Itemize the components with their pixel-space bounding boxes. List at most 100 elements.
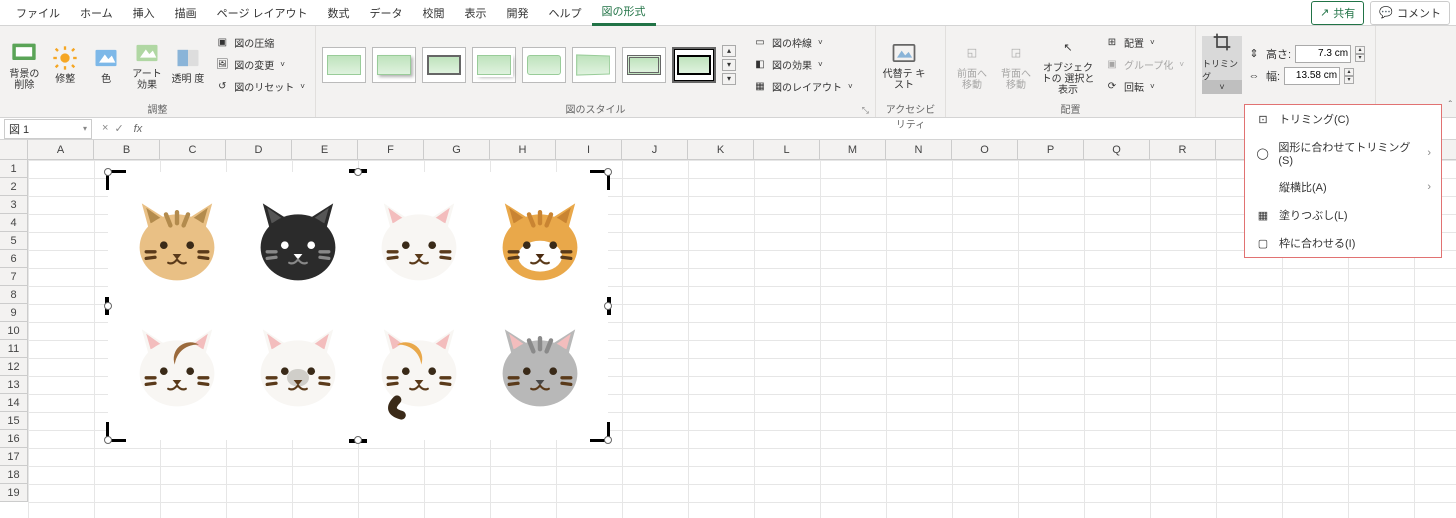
tab-挿入[interactable]: 挿入 <box>123 1 165 25</box>
name-box[interactable]: 図 1▾ <box>4 119 92 139</box>
width-input[interactable] <box>1284 67 1340 85</box>
tab-描画[interactable]: 描画 <box>165 1 207 25</box>
gallery-up[interactable]: ▴ <box>722 45 736 57</box>
change-picture-button[interactable]: 🖼図の変更˅ <box>210 55 309 75</box>
enter-button[interactable]: ✓ <box>114 122 123 135</box>
crop-menu-item[interactable]: ◯図形に合わせてトリミング(S)› <box>1245 133 1441 173</box>
collapse-ribbon-button[interactable]: ˆ <box>1449 100 1452 111</box>
style-thumb[interactable] <box>572 47 616 83</box>
gallery-more[interactable]: ▾ <box>722 73 736 85</box>
column-header[interactable]: L <box>754 140 820 159</box>
row-header[interactable]: 9 <box>0 304 27 322</box>
row-header[interactable]: 14 <box>0 394 27 412</box>
tab-データ[interactable]: データ <box>360 1 413 25</box>
transparency-button[interactable]: 透明 度 <box>169 33 206 97</box>
reset-picture-button[interactable]: ↺図のリセット˅ <box>210 77 309 97</box>
column-header[interactable]: D <box>226 140 292 159</box>
row-header[interactable]: 8 <box>0 286 27 304</box>
tab-表示[interactable]: 表示 <box>455 1 497 25</box>
column-header[interactable]: E <box>292 140 358 159</box>
style-thumb[interactable] <box>322 47 366 83</box>
height-input[interactable] <box>1295 45 1351 63</box>
crop-menu-item[interactable]: ⊡トリミング(C) <box>1245 105 1441 133</box>
row-header[interactable]: 11 <box>0 340 27 358</box>
bring-forward-button[interactable]: ◱ 前面へ 移動 <box>952 33 992 97</box>
group-button[interactable]: ▣グループ化˅ <box>1100 55 1188 75</box>
rotate-button[interactable]: ⟳回転˅ <box>1100 77 1188 97</box>
styles-launcher[interactable]: ⤡ <box>862 105 869 116</box>
tab-数式[interactable]: 数式 <box>318 1 360 25</box>
column-header[interactable]: M <box>820 140 886 159</box>
remove-background-button[interactable]: 背景の 削除 <box>6 33 43 97</box>
height-spinner[interactable]: ▴▾ <box>1355 46 1365 62</box>
row-header[interactable]: 1 <box>0 160 27 178</box>
cells-area[interactable] <box>28 160 1456 518</box>
column-header[interactable]: Q <box>1084 140 1150 159</box>
crop-menu-item[interactable]: ▦塗りつぶし(L) <box>1245 201 1441 229</box>
tab-ファイル[interactable]: ファイル <box>6 1 70 25</box>
column-header[interactable]: P <box>1018 140 1084 159</box>
row-header[interactable]: 4 <box>0 214 27 232</box>
align-button[interactable]: ⊞配置˅ <box>1100 33 1188 53</box>
column-header[interactable]: J <box>622 140 688 159</box>
picture-effects-button[interactable]: ◧図の効果˅ <box>748 55 857 75</box>
alt-text-button[interactable]: 代替テ キスト <box>882 33 926 97</box>
column-header[interactable]: O <box>952 140 1018 159</box>
row-header[interactable]: 16 <box>0 430 27 448</box>
cancel-button[interactable]: × <box>102 122 108 135</box>
style-thumb[interactable] <box>522 47 566 83</box>
tab-校閲[interactable]: 校閲 <box>413 1 455 25</box>
select-all-corner[interactable] <box>0 140 28 160</box>
row-header[interactable]: 13 <box>0 376 27 394</box>
column-header[interactable]: R <box>1150 140 1216 159</box>
row-header[interactable]: 19 <box>0 484 27 502</box>
gallery-down[interactable]: ▾ <box>722 59 736 71</box>
picture-border-button[interactable]: ▭図の枠線˅ <box>748 33 857 53</box>
tab-ホーム[interactable]: ホーム <box>70 1 123 25</box>
column-header[interactable]: K <box>688 140 754 159</box>
row-header[interactable]: 6 <box>0 250 27 268</box>
column-header[interactable]: I <box>556 140 622 159</box>
crop-menu-item[interactable]: 縦横比(A)› <box>1245 173 1441 201</box>
width-spinner[interactable]: ▴▾ <box>1344 68 1354 84</box>
corrections-button[interactable]: 修整 <box>47 33 84 97</box>
selection-pane-button[interactable]: ↖ オブジェクトの 選択と表示 <box>1040 33 1096 97</box>
tab-開発[interactable]: 開発 <box>497 1 539 25</box>
row-header[interactable]: 7 <box>0 268 27 286</box>
crop-menu-item[interactable]: ▢枠に合わせる(I) <box>1245 229 1441 257</box>
row-header[interactable]: 12 <box>0 358 27 376</box>
style-thumb[interactable] <box>472 47 516 83</box>
column-header[interactable]: N <box>886 140 952 159</box>
row-header[interactable]: 10 <box>0 322 27 340</box>
crop-dropdown[interactable]: ˅ <box>1202 80 1242 94</box>
column-header[interactable]: F <box>358 140 424 159</box>
selected-picture[interactable] <box>108 172 608 440</box>
style-thumb[interactable] <box>622 47 666 83</box>
send-backward-button[interactable]: ◲ 背面へ 移動 <box>996 33 1036 97</box>
tab-ページ レイアウト[interactable]: ページ レイアウト <box>207 1 318 25</box>
row-header[interactable]: 17 <box>0 448 27 466</box>
column-header[interactable]: A <box>28 140 94 159</box>
picture-layout-button[interactable]: ▦図のレイアウト˅ <box>748 77 857 97</box>
color-button[interactable]: 色 <box>88 33 125 97</box>
row-header[interactable]: 18 <box>0 466 27 484</box>
share-button[interactable]: ↗共有 <box>1311 1 1364 25</box>
crop-button[interactable]: トリミング <box>1202 36 1242 80</box>
row-header[interactable]: 5 <box>0 232 27 250</box>
style-thumb-selected[interactable] <box>672 47 716 83</box>
row-header[interactable]: 2 <box>0 178 27 196</box>
row-header[interactable]: 15 <box>0 412 27 430</box>
style-thumb[interactable] <box>422 47 466 83</box>
fx-icon[interactable]: fx <box>130 123 147 135</box>
compress-pictures-button[interactable]: ▣図の圧縮 <box>210 33 309 53</box>
artistic-effects-button[interactable]: アート効果 <box>129 33 166 97</box>
tab-ヘルプ[interactable]: ヘルプ <box>539 1 592 25</box>
comment-button[interactable]: 💬コメント <box>1370 1 1450 25</box>
column-header[interactable]: H <box>490 140 556 159</box>
column-header[interactable]: B <box>94 140 160 159</box>
style-thumb[interactable] <box>372 47 416 83</box>
row-header[interactable]: 3 <box>0 196 27 214</box>
column-header[interactable]: G <box>424 140 490 159</box>
tab-図の形式[interactable]: 図の形式 <box>592 0 656 26</box>
column-header[interactable]: C <box>160 140 226 159</box>
